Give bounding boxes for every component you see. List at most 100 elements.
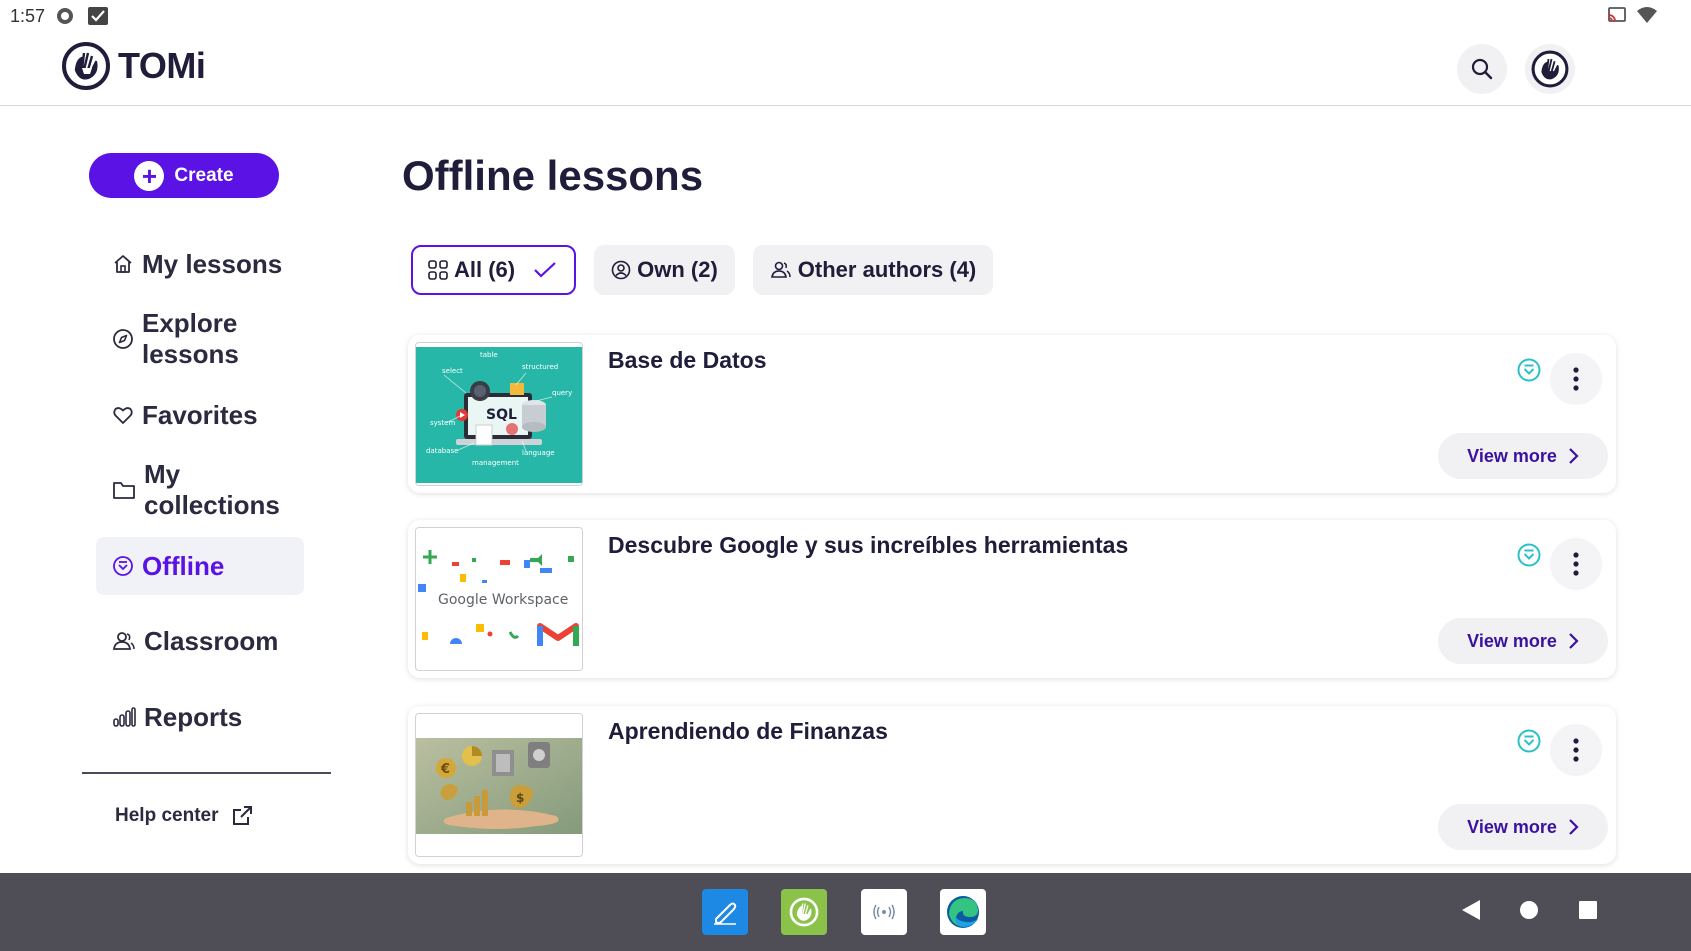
- sidebar-item-my-lessons[interactable]: My lessons: [96, 235, 304, 293]
- lesson-thumbnail: Google Workspace: [415, 527, 583, 671]
- top-bar: TOMi: [0, 32, 1691, 106]
- search-icon: [1471, 58, 1493, 80]
- tomi-logo-icon: [62, 42, 110, 90]
- home-circle-icon: [1520, 901, 1538, 919]
- more-options-button[interactable]: [1550, 538, 1602, 590]
- sidebar-item-label: Explore lessons: [142, 308, 239, 369]
- page-title: Offline lessons: [402, 152, 704, 199]
- thumb-word: structured: [522, 363, 558, 371]
- user-circle-icon: [611, 260, 631, 280]
- view-more-label: View more: [1467, 445, 1557, 466]
- lesson-card[interactable]: SQL table select structured query system…: [408, 335, 1616, 493]
- sidebar-item-my-collections[interactable]: My collections: [96, 459, 304, 520]
- search-button[interactable]: [1457, 44, 1507, 94]
- sidebar-item-explore-lessons[interactable]: Explore lessons: [96, 308, 304, 369]
- bar-chart-icon: [113, 707, 136, 727]
- main-content: Offline lessons All (6) Own (2) Other au…: [400, 106, 1630, 874]
- tomi-app-icon: [789, 897, 819, 927]
- thumb-word: SQL: [486, 407, 517, 423]
- filter-own-label: Own (2): [637, 257, 718, 282]
- kebab-menu-icon: [1573, 738, 1579, 762]
- more-options-button[interactable]: [1550, 353, 1602, 405]
- back-triangle-icon: [1462, 900, 1480, 920]
- heart-icon: [113, 407, 133, 424]
- thumb-word: language: [522, 449, 555, 457]
- avatar-logo-icon: [1531, 50, 1569, 88]
- lesson-card[interactable]: Google Workspace Descubre Google y sus i…: [408, 520, 1616, 678]
- create-label: Create: [174, 164, 234, 186]
- lesson-card[interactable]: € $ Aprendiendo de Finanzas View more: [408, 706, 1616, 864]
- thumb-text: Google Workspace: [438, 592, 568, 608]
- kebab-menu-icon: [1573, 552, 1579, 576]
- lesson-title[interactable]: Aprendiendo de Finanzas: [608, 718, 888, 745]
- sidebar-item-favorites[interactable]: Favorites: [96, 386, 304, 444]
- help-center-label: Help center: [115, 805, 219, 826]
- sidebar-divider: [82, 772, 331, 774]
- plus-icon: +: [134, 160, 165, 191]
- brand-logo[interactable]: TOMi: [60, 40, 206, 92]
- sidebar-item-label: My lessons: [142, 248, 283, 279]
- chevron-right-icon: [1569, 819, 1579, 835]
- wifi-icon: [1637, 6, 1657, 29]
- sidebar-item-reports[interactable]: Reports: [96, 688, 304, 746]
- recents-square-icon: [1579, 901, 1597, 919]
- sidebar-item-classroom[interactable]: Classroom: [96, 612, 304, 670]
- svg-text:€: €: [440, 762, 450, 777]
- sidebar: + Create My lessons Explore lessons Favo…: [0, 106, 370, 874]
- lesson-thumbnail: € $: [415, 713, 583, 857]
- sidebar-item-label: Classroom: [144, 625, 279, 656]
- taskbar-app-tomi[interactable]: [781, 889, 827, 935]
- taskbar-app-broadcast[interactable]: [861, 889, 907, 935]
- kebab-menu-icon: [1573, 367, 1579, 391]
- sidebar-item-label: Reports: [144, 701, 243, 732]
- more-options-button[interactable]: [1550, 724, 1602, 776]
- filter-other-authors-label: Other authors (4): [797, 257, 977, 282]
- help-center-link[interactable]: Help center: [115, 804, 254, 828]
- people-icon: [112, 632, 135, 650]
- filter-all-label: All (6): [454, 257, 516, 282]
- taskbar-app-edge[interactable]: [940, 889, 986, 935]
- recents-button[interactable]: [1577, 899, 1599, 926]
- chevron-right-icon: [1569, 448, 1579, 464]
- view-more-button[interactable]: View more: [1438, 804, 1608, 850]
- sidebar-item-offline[interactable]: Offline: [96, 537, 304, 595]
- status-bar: 1:57: [0, 0, 1691, 32]
- downloaded-icon: [1516, 542, 1542, 573]
- view-more-button[interactable]: View more: [1438, 618, 1608, 664]
- clock: 1:57: [10, 5, 46, 26]
- lesson-title[interactable]: Base de Datos: [608, 347, 767, 374]
- home-button[interactable]: [1518, 899, 1540, 926]
- taskbar-app-note[interactable]: [702, 889, 748, 935]
- filter-all[interactable]: All (6): [411, 245, 577, 295]
- external-link-icon: [233, 806, 253, 825]
- sidebar-item-label: Offline: [142, 550, 225, 581]
- checkbox-notification-icon: [87, 6, 109, 26]
- thumb-word: table: [480, 351, 498, 359]
- sidebar-item-label: Favorites: [142, 399, 258, 430]
- thumb-word: database: [426, 447, 458, 455]
- back-button[interactable]: [1460, 898, 1482, 927]
- view-more-button[interactable]: View more: [1438, 433, 1608, 479]
- offline-icon: [113, 556, 133, 576]
- tomi-notification-icon: [55, 6, 75, 26]
- create-button[interactable]: + Create: [89, 153, 279, 198]
- downloaded-icon: [1516, 728, 1542, 759]
- view-more-label: View more: [1467, 816, 1557, 837]
- grid-icon: [428, 260, 448, 280]
- folder-icon: [113, 482, 135, 499]
- filter-own[interactable]: Own (2): [594, 245, 735, 295]
- lesson-title[interactable]: Descubre Google y sus increíbles herrami…: [608, 532, 1128, 559]
- pen-note-icon: [714, 902, 737, 925]
- lesson-thumbnail: SQL table select structured query system…: [415, 342, 583, 486]
- people-icon: [770, 261, 791, 278]
- view-more-label: View more: [1467, 630, 1557, 651]
- avatar[interactable]: [1525, 44, 1575, 94]
- edge-browser-icon: [947, 896, 979, 928]
- thumb-word: select: [442, 367, 463, 375]
- home-icon: [114, 255, 132, 273]
- sidebar-item-label: My collections: [144, 459, 280, 520]
- chevron-right-icon: [1569, 633, 1579, 649]
- brand-name: TOMi: [118, 45, 206, 86]
- checkmark-icon: [534, 262, 556, 278]
- filter-other-authors[interactable]: Other authors (4): [752, 245, 994, 295]
